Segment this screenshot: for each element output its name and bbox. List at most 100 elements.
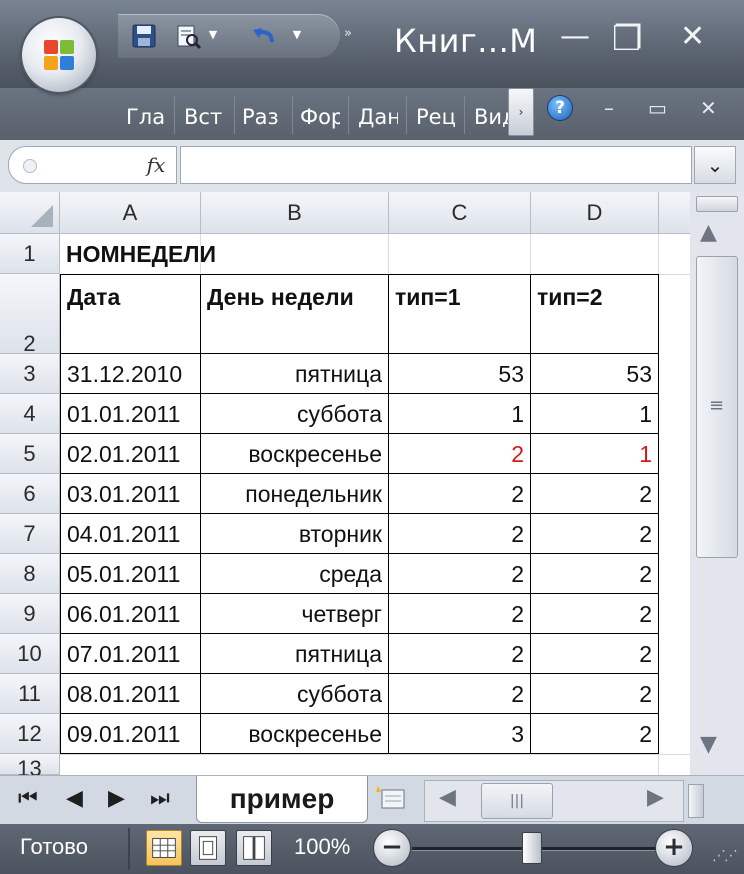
zoom-out-icon[interactable]: − — [374, 830, 410, 866]
tab-review[interactable]: Рец — [416, 102, 456, 132]
table-cell[interactable]: 1 — [531, 394, 659, 434]
scroll-down-icon[interactable]: ▼ — [700, 732, 717, 757]
table-cell[interactable]: 1 — [389, 394, 531, 434]
name-box[interactable] — [8, 146, 138, 184]
table-cell[interactable]: 2 — [389, 434, 531, 474]
row-header[interactable]: 6 — [0, 474, 60, 514]
scroll-left-icon[interactable]: ◀ — [439, 785, 456, 810]
table-cell[interactable]: четверг — [201, 594, 389, 634]
row-header[interactable]: 7 — [0, 514, 60, 554]
table-header-cell[interactable]: тип=1 — [389, 274, 531, 354]
split-box-horizontal[interactable] — [688, 784, 704, 818]
undo-dropdown-icon[interactable]: ▼ — [290, 28, 304, 42]
vertical-scroll-thumb[interactable]: ≡ — [696, 256, 738, 558]
table-cell[interactable]: 08.01.2011 — [60, 674, 201, 714]
print-dropdown-icon[interactable]: ▼ — [206, 28, 220, 42]
table-cell[interactable]: 07.01.2011 — [60, 634, 201, 674]
table-cell[interactable]: 3 — [389, 714, 531, 754]
table-cell[interactable]: среда — [201, 554, 389, 594]
office-button[interactable] — [22, 18, 96, 92]
workbook-minimize-button[interactable]: – — [604, 98, 614, 118]
table-cell[interactable]: понедельник — [201, 474, 389, 514]
column-header-c[interactable]: C — [389, 192, 531, 234]
print-preview-icon[interactable] — [174, 22, 202, 50]
normal-view-icon[interactable] — [146, 830, 182, 866]
tab-insert[interactable]: Вст — [184, 102, 230, 132]
tab-view[interactable]: Вид — [474, 102, 508, 132]
table-cell[interactable]: 04.01.2011 — [60, 514, 201, 554]
tab-data[interactable]: Дан — [358, 102, 398, 132]
table-cell[interactable]: пятница — [201, 354, 389, 394]
undo-icon[interactable] — [250, 22, 278, 50]
row-header[interactable]: 3 — [0, 354, 60, 394]
row-header[interactable]: 2 — [0, 274, 60, 356]
split-box-vertical[interactable] — [696, 196, 738, 212]
table-cell[interactable]: 01.01.2011 — [60, 394, 201, 434]
table-cell[interactable]: 2 — [531, 554, 659, 594]
sheet-tab-active[interactable]: пример — [196, 776, 368, 823]
table-cell[interactable]: 2 — [389, 634, 531, 674]
table-cell[interactable]: 2 — [531, 714, 659, 754]
table-cell[interactable]: вторник — [201, 514, 389, 554]
workbook-close-button[interactable]: ✕ — [700, 98, 717, 118]
table-cell[interactable]: воскресенье — [201, 714, 389, 754]
column-header-a[interactable]: A — [60, 192, 201, 234]
next-sheet-icon[interactable]: ▶ — [108, 786, 125, 812]
table-header-cell[interactable]: Дата — [60, 274, 201, 354]
table-cell[interactable]: 31.12.2010 — [60, 354, 201, 394]
table-cell[interactable]: 2 — [389, 554, 531, 594]
zoom-level[interactable]: 100% — [294, 834, 350, 860]
row-header[interactable]: 5 — [0, 434, 60, 474]
table-cell[interactable]: пятница — [201, 634, 389, 674]
first-sheet-icon[interactable]: ⏮ — [18, 786, 38, 812]
horizontal-scrollbar[interactable]: ◀ ||| ▶ — [424, 780, 684, 822]
table-cell[interactable]: 1 — [531, 434, 659, 474]
table-cell[interactable]: 2 — [389, 594, 531, 634]
insert-sheet-icon[interactable] — [372, 782, 412, 816]
expand-formula-bar-icon[interactable]: ⌄ — [694, 146, 736, 184]
insert-function-button[interactable]: fx — [136, 146, 177, 184]
zoom-in-icon[interactable]: + — [656, 830, 692, 866]
table-cell[interactable]: 03.01.2011 — [60, 474, 201, 514]
restore-button[interactable]: ❐ — [612, 22, 642, 56]
save-icon[interactable] — [130, 22, 158, 50]
table-cell[interactable]: 2 — [531, 514, 659, 554]
table-header-cell[interactable]: тип=2 — [531, 274, 659, 354]
table-cell[interactable]: 2 — [531, 474, 659, 514]
column-header-e[interactable] — [659, 192, 690, 234]
table-cell[interactable]: воскресенье — [201, 434, 389, 474]
table-cell[interactable]: 2 — [531, 634, 659, 674]
row-header[interactable]: 11 — [0, 674, 60, 714]
vertical-scrollbar[interactable]: ▲ ≡ ▼ — [690, 192, 744, 775]
tab-scroll-right-icon[interactable]: › — [508, 88, 534, 136]
worksheet-grid[interactable]: A B C D 1 2 3 4 5 6 7 8 9 10 11 12 13 НОМНЕДЕЛИ Дата Де… — [0, 192, 690, 775]
horizontal-scroll-thumb[interactable]: ||| — [481, 783, 553, 819]
table-cell[interactable]: 2 — [389, 474, 531, 514]
scroll-up-icon[interactable]: ▲ — [700, 220, 717, 245]
minimize-button[interactable]: — — [560, 22, 590, 52]
tab-formulas[interactable]: Фор — [300, 102, 340, 132]
table-header-cell[interactable]: День недели — [201, 274, 389, 354]
table-cell[interactable]: 53 — [531, 354, 659, 394]
column-header-d[interactable]: D — [531, 192, 659, 234]
sheet-title-cell[interactable]: НОМНЕДЕЛИ — [60, 234, 360, 274]
table-cell[interactable]: суббота — [201, 394, 389, 434]
row-header[interactable]: 8 — [0, 554, 60, 594]
tab-page-layout[interactable]: Раз — [242, 102, 286, 132]
last-sheet-icon[interactable]: ⏭ — [150, 786, 170, 812]
table-cell[interactable]: 09.01.2011 — [60, 714, 201, 754]
scroll-right-icon[interactable]: ▶ — [647, 785, 664, 810]
table-cell[interactable]: 2 — [389, 514, 531, 554]
select-all-button[interactable] — [0, 192, 60, 234]
table-cell[interactable]: 02.01.2011 — [60, 434, 201, 474]
customize-toolbar-icon[interactable]: » — [344, 26, 352, 41]
row-header[interactable]: 12 — [0, 714, 60, 754]
row-header[interactable]: 1 — [0, 234, 60, 274]
workbook-restore-button[interactable]: ▭ — [648, 98, 667, 118]
table-cell[interactable]: 2 — [531, 594, 659, 634]
row-header[interactable]: 10 — [0, 634, 60, 674]
row-header[interactable]: 4 — [0, 394, 60, 434]
table-cell[interactable]: суббота — [201, 674, 389, 714]
formula-input[interactable] — [180, 146, 692, 184]
table-cell[interactable]: 53 — [389, 354, 531, 394]
